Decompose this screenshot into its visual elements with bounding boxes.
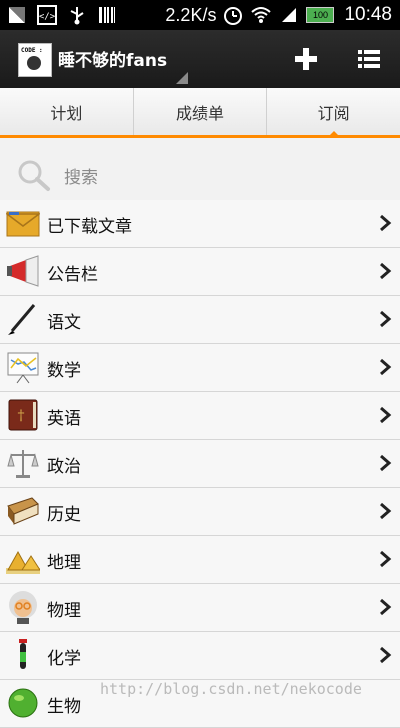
search-input[interactable]: 搜索 [64,163,98,188]
clock: 10:48 [344,4,392,25]
search-icon [18,160,50,191]
globe-icon [8,688,38,718]
tab-bar: 计划 成绩单 订阅 [0,88,400,138]
plus-icon [295,48,317,70]
wifi-icon [250,4,272,26]
avatar [27,56,41,70]
chevron-right-icon [380,310,392,328]
list-item-label: 生物 [47,697,81,717]
chevron-right-icon [380,598,392,616]
book-icon: † [8,399,38,431]
svg-text:</>: </> [39,12,56,22]
list-item-math[interactable]: 数学 [0,344,400,392]
list-item-label: 已下载文章 [47,217,132,237]
tab-label: 计划 [50,103,83,123]
list-item-label: 地理 [47,553,81,573]
pyramid-icon [6,550,40,574]
list-item-biology[interactable]: 生物 [0,680,400,728]
chevron-right-icon [380,214,392,232]
list-item-label: 化学 [47,649,81,669]
signal-app-icon [6,4,28,26]
status-bar-right: 2.2K/s 100 10:48 [165,0,392,30]
list-item-bulletin[interactable]: 公告栏 [0,248,400,296]
list-item-label: 政治 [47,457,81,477]
list-item-chinese[interactable]: 语文 [0,296,400,344]
status-bar: </> 2.2K/s 100 10:48 [0,0,400,30]
list-icon [358,50,380,68]
dropdown-indicator-icon[interactable] [176,72,188,84]
list-item-physics[interactable]: 物理 [0,584,400,632]
battery-indicator: 100 [306,7,335,23]
selected-tab-indicator [326,131,341,138]
search-bar[interactable]: 搜索 [0,150,400,198]
list-item-politics[interactable]: 政治 [0,440,400,488]
list-item-label: 数学 [47,361,81,381]
page-title[interactable]: 睡不够的fans [58,46,167,71]
brush-icon [8,304,36,335]
barcode-icon [96,4,118,26]
chevron-right-icon [380,550,392,568]
chevron-right-icon [380,358,392,376]
code-icon: </> [36,4,58,26]
list-item-label: 公告栏 [47,265,98,285]
megaphone-icon [7,255,39,287]
list-item-downloaded[interactable]: 已下载文章 [0,200,400,248]
list-item-english[interactable]: † 英语 [0,392,400,440]
svg-text:†: † [18,408,25,424]
app-logo-text: CODE : [21,47,43,54]
old-book-icon [7,497,39,525]
einstein-icon [9,591,37,624]
tab-subscription[interactable]: 订阅 [267,88,400,138]
chevron-right-icon [380,454,392,472]
list-item-history[interactable]: 历史 [0,488,400,536]
action-bar: CODE : 睡不够的fans [0,30,400,88]
app-logo[interactable]: CODE : [18,43,52,77]
add-button[interactable] [291,44,321,74]
list-item-geography[interactable]: 地理 [0,536,400,584]
chevron-right-icon [380,646,392,664]
tab-label: 成绩单 [176,103,225,123]
folder-icon [6,211,40,237]
chevron-right-icon [380,502,392,520]
usb-icon [66,4,88,26]
chevron-right-icon [380,406,392,424]
test-tube-icon [19,639,27,669]
tab-report-card[interactable]: 成绩单 [134,88,268,135]
list-item-chemistry[interactable]: 化学 [0,632,400,680]
alarm-icon [222,4,244,26]
subscription-list: 已下载文章 公告栏 语文 数学 † 英语 政治 历史 地理 物理 化学 生物 [0,200,400,728]
list-item-label: 英语 [47,409,81,429]
chevron-right-icon [380,262,392,280]
tab-label: 订阅 [317,103,350,123]
status-bar-left: </> [6,4,118,26]
network-speed: 2.2K/s [165,4,217,25]
signal-icon [278,4,300,26]
chart-board-icon [7,352,39,384]
list-item-label: 历史 [47,505,81,525]
scales-icon [7,450,39,478]
menu-button[interactable] [354,44,384,74]
tab-plan[interactable]: 计划 [0,88,134,135]
list-item-label: 物理 [47,601,81,621]
list-item-label: 语文 [47,313,81,333]
